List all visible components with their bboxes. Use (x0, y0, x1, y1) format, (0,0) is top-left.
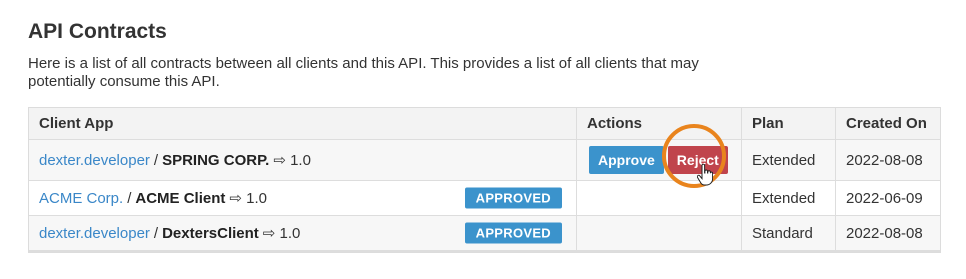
created-on-cell: 2022-08-08 (835, 140, 940, 180)
plan-cell: Extended (741, 181, 835, 215)
client-version: ⇨ 1.0 (262, 225, 301, 242)
page-title: API Contracts (28, 20, 167, 43)
header-client-app: Client App (39, 115, 114, 132)
table-row: ACME Corp. / ACME Client ⇨ 1.0 APPROVED … (29, 180, 940, 215)
client-name[interactable]: ACME Client (135, 190, 225, 207)
status-badge: APPROVED (464, 187, 562, 209)
actions-cell (576, 216, 741, 250)
approve-button[interactable]: Approve (589, 146, 664, 174)
separator: / (153, 224, 159, 242)
table-header: Client App Actions Plan Created On (29, 108, 940, 139)
table-row: dexter.developer / DextersClient ⇨ 1.0 A… (29, 215, 940, 252)
client-version: ⇨ 1.0 (229, 190, 267, 207)
client-app-cell: dexter.developer / DextersClient ⇨ 1.0 A… (29, 216, 576, 250)
header-plan: Plan (741, 108, 835, 139)
actions-cell (576, 181, 741, 215)
client-name[interactable]: DextersClient (162, 225, 259, 242)
org-link[interactable]: ACME Corp. (39, 190, 123, 207)
client-name[interactable]: SPRING CORP. (162, 152, 269, 169)
contracts-table: Client App Actions Plan Created On dexte… (28, 107, 941, 253)
created-on-cell: 2022-06-09 (835, 181, 940, 215)
header-created-on: Created On (835, 108, 940, 139)
client-app-cell: dexter.developer / SPRING CORP. ⇨ 1.0 (29, 140, 576, 180)
org-link[interactable]: dexter.developer (39, 152, 150, 169)
client-version: ⇨ 1.0 (273, 152, 311, 169)
table-row: dexter.developer / SPRING CORP. ⇨ 1.0 Ap… (29, 139, 940, 180)
separator: / (153, 151, 159, 169)
client-app-cell: ACME Corp. / ACME Client ⇨ 1.0 APPROVED (29, 181, 576, 215)
plan-cell: Standard (741, 216, 835, 250)
plan-cell: Extended (741, 140, 835, 180)
status-badge: APPROVED (464, 222, 562, 244)
org-link[interactable]: dexter.developer (39, 225, 150, 242)
highlight-circle (662, 124, 726, 188)
page-description: Here is a list of all contracts between … (28, 55, 699, 90)
created-on-cell: 2022-08-08 (835, 216, 940, 250)
separator: / (127, 189, 132, 207)
hand-pointer-icon (697, 164, 713, 186)
